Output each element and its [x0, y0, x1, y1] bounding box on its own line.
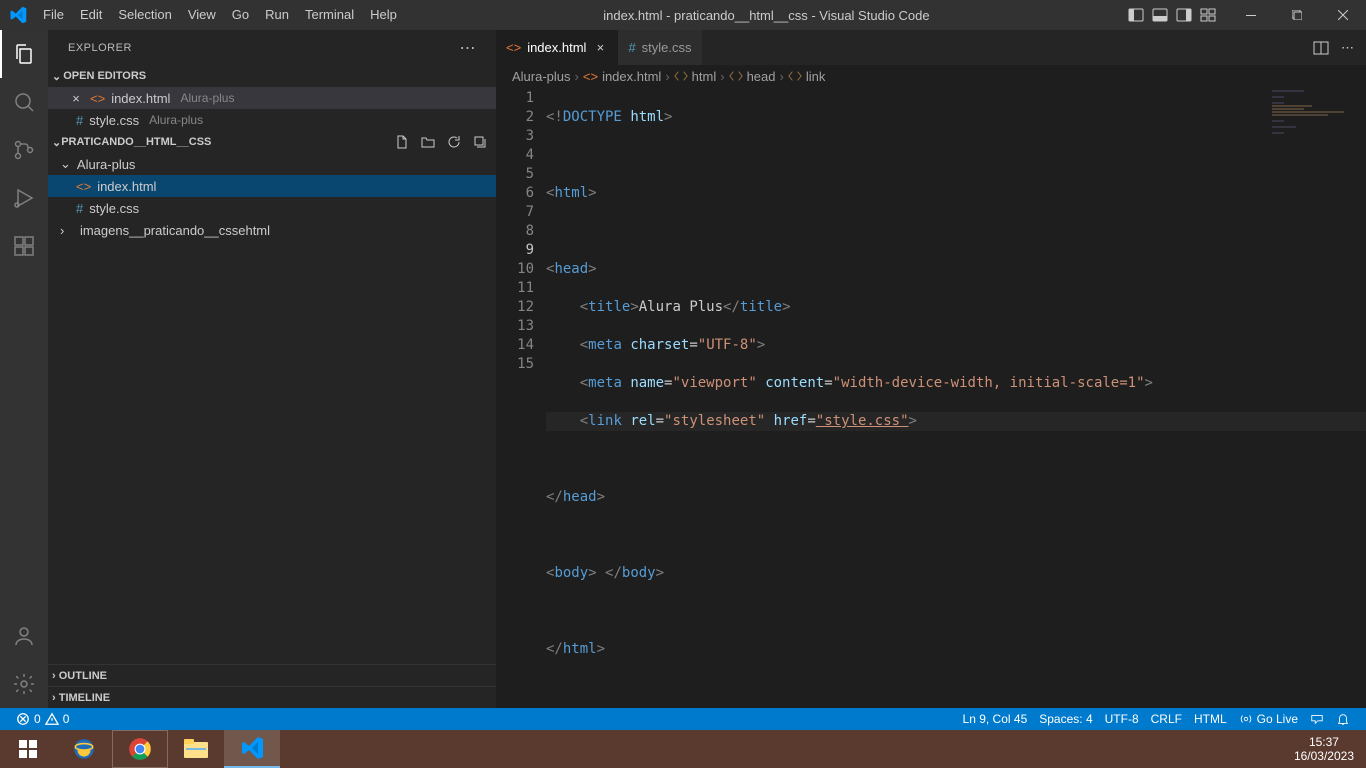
explorer-sidebar: EXPLORER ⋯ ⌄OPEN EDITORS × <> index.html… — [48, 30, 496, 708]
window-controls — [1228, 0, 1366, 30]
editor-group: <> index.html × # style.css ⋯ Alura-plus… — [496, 30, 1366, 708]
menu-file[interactable]: File — [35, 0, 72, 30]
taskbar-vscode[interactable] — [224, 730, 280, 768]
open-editor-item[interactable]: × <> index.html Alura-plus — [48, 87, 496, 109]
more-actions-icon[interactable]: ⋯ — [1341, 40, 1354, 56]
minimap[interactable] — [1272, 89, 1352, 139]
folder-item[interactable]: › imagens__praticando__cssehtml — [48, 219, 496, 241]
toggle-secondary-sidebar-icon[interactable] — [1176, 7, 1192, 23]
menu-go[interactable]: Go — [224, 0, 257, 30]
taskbar-explorer[interactable] — [168, 730, 224, 768]
menu-terminal[interactable]: Terminal — [297, 0, 362, 30]
menu-edit[interactable]: Edit — [72, 0, 110, 30]
source-control-icon[interactable] — [0, 126, 48, 174]
tab-style-css[interactable]: # style.css — [618, 30, 701, 65]
extensions-icon[interactable] — [0, 222, 48, 270]
open-editors-section[interactable]: ⌄OPEN EDITORS — [48, 65, 496, 87]
minimize-button[interactable] — [1228, 0, 1274, 30]
tag-icon — [729, 69, 743, 83]
status-feedback-icon[interactable] — [1304, 712, 1330, 726]
toggle-panel-icon[interactable] — [1152, 7, 1168, 23]
windows-taskbar: 15:37 16/03/2023 — [0, 730, 1366, 768]
settings-gear-icon[interactable] — [0, 660, 48, 708]
accounts-icon[interactable] — [0, 612, 48, 660]
new-folder-icon[interactable] — [420, 134, 436, 150]
status-cursor[interactable]: Ln 9, Col 45 — [957, 712, 1034, 726]
css-file-icon: # — [76, 201, 83, 216]
menu-selection[interactable]: Selection — [110, 0, 179, 30]
layout-controls — [1128, 7, 1228, 23]
css-file-icon: # — [76, 113, 83, 128]
window-title: index.html - praticando__html__css - Vis… — [405, 8, 1128, 23]
explorer-title: EXPLORER ⋯ — [48, 30, 496, 65]
toggle-primary-sidebar-icon[interactable] — [1128, 7, 1144, 23]
code-content[interactable]: <!DOCTYPE html> <html> <head> <title>Alu… — [546, 87, 1366, 708]
html-file-icon: <> — [90, 91, 105, 106]
status-eol[interactable]: CRLF — [1145, 712, 1188, 726]
status-bar: 0 0 Ln 9, Col 45 Spaces: 4 UTF-8 CRLF HT… — [0, 708, 1366, 730]
tag-icon — [674, 69, 688, 83]
html-file-icon: <> — [506, 40, 521, 55]
start-button[interactable] — [0, 730, 56, 768]
project-section[interactable]: ⌄PRATICANDO__HTML__CSS — [48, 131, 496, 153]
maximize-button[interactable] — [1274, 0, 1320, 30]
file-item[interactable]: # style.css — [48, 197, 496, 219]
folder-item[interactable]: ⌄Alura-plus — [48, 153, 496, 175]
refresh-icon[interactable] — [446, 134, 462, 150]
split-editor-icon[interactable] — [1313, 40, 1329, 56]
html-file-icon: <> — [583, 69, 598, 84]
close-icon[interactable]: × — [592, 40, 608, 55]
status-problems[interactable]: 0 0 — [10, 712, 75, 726]
titlebar: File Edit Selection View Go Run Terminal… — [0, 0, 1366, 30]
css-file-icon: # — [628, 40, 635, 55]
new-file-icon[interactable] — [394, 134, 410, 150]
explorer-icon[interactable] — [0, 30, 48, 78]
collapse-all-icon[interactable] — [472, 134, 488, 150]
outline-section[interactable]: › OUTLINE — [48, 664, 496, 686]
tab-index-html[interactable]: <> index.html × — [496, 30, 618, 65]
tag-icon — [788, 69, 802, 83]
status-language[interactable]: HTML — [1188, 712, 1233, 726]
status-golive[interactable]: Go Live — [1233, 712, 1304, 726]
html-file-icon: <> — [76, 179, 91, 194]
menu-bar: File Edit Selection View Go Run Terminal… — [35, 0, 405, 30]
close-icon[interactable]: × — [68, 91, 84, 106]
run-debug-icon[interactable] — [0, 174, 48, 222]
menu-help[interactable]: Help — [362, 0, 405, 30]
activity-bar — [0, 30, 48, 708]
customize-layout-icon[interactable] — [1200, 7, 1216, 23]
taskbar-clock[interactable]: 15:37 16/03/2023 — [1294, 735, 1366, 763]
timeline-section[interactable]: › TIMELINE — [48, 686, 496, 708]
search-icon[interactable] — [0, 78, 48, 126]
taskbar-ie[interactable] — [56, 730, 112, 768]
explorer-more-icon[interactable]: ⋯ — [460, 38, 477, 58]
status-encoding[interactable]: UTF-8 — [1099, 712, 1145, 726]
taskbar-chrome[interactable] — [112, 730, 168, 768]
breadcrumb[interactable]: Alura-plus› <>index.html› html› head› li… — [496, 65, 1366, 87]
menu-view[interactable]: View — [180, 0, 224, 30]
menu-run[interactable]: Run — [257, 0, 297, 30]
status-indent[interactable]: Spaces: 4 — [1033, 712, 1098, 726]
file-item[interactable]: <> index.html — [48, 175, 496, 197]
close-button[interactable] — [1320, 0, 1366, 30]
open-editor-item[interactable]: # style.css Alura-plus — [48, 109, 496, 131]
vscode-logo-icon — [0, 6, 35, 24]
editor-tabs: <> index.html × # style.css ⋯ — [496, 30, 1366, 65]
line-gutter: 123456789101112131415 — [496, 87, 546, 708]
status-bell-icon[interactable] — [1330, 712, 1356, 726]
code-editor[interactable]: 123456789101112131415 <!DOCTYPE html> <h… — [496, 87, 1366, 708]
